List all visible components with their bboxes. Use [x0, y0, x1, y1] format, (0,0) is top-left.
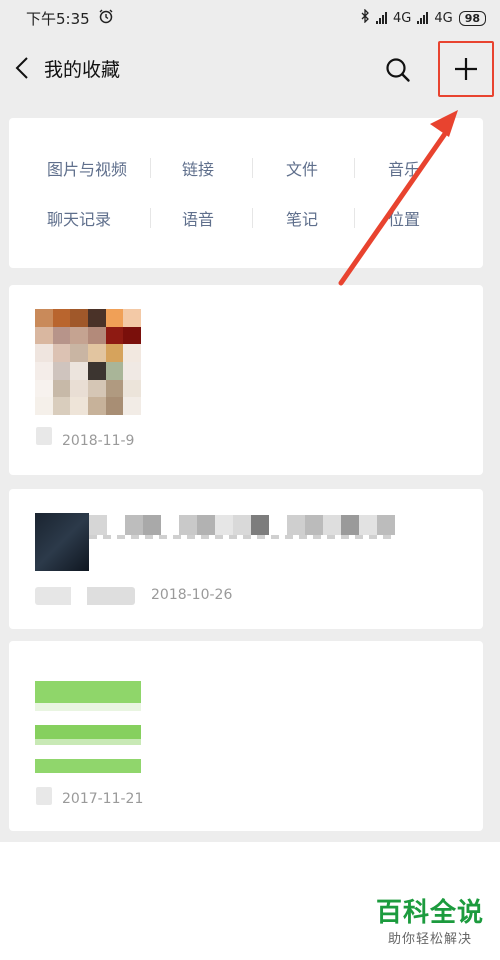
- category-divider: [354, 158, 355, 178]
- watermark-logo: 百科全说 助你轻松解决: [376, 898, 484, 947]
- status-time: 下午5:35: [26, 9, 90, 28]
- favorite-date: 2018-10-26: [151, 587, 233, 603]
- chevron-left-icon: [15, 57, 28, 79]
- category-images-videos[interactable]: 图片与视频: [47, 156, 127, 180]
- category-notes[interactable]: 笔记: [286, 206, 318, 230]
- category-files[interactable]: 文件: [286, 156, 318, 180]
- plus-icon: [455, 58, 477, 80]
- back-button[interactable]: [0, 36, 44, 100]
- category-divider: [252, 158, 253, 178]
- category-row-2: 聊天记录 语音 笔记 位置: [9, 206, 483, 230]
- signal-icon: [375, 12, 387, 24]
- add-button[interactable]: [438, 41, 494, 97]
- battery-indicator: 98: [458, 10, 486, 26]
- category-row-1: 图片与视频 链接 文件 音乐: [9, 156, 483, 180]
- favorite-item[interactable]: 2017-11-21: [9, 641, 483, 831]
- watermark-sub: 助你轻松解决: [388, 932, 473, 947]
- bluetooth-icon: [360, 8, 370, 27]
- search-icon: [386, 58, 410, 82]
- page-title: 我的收藏: [44, 58, 121, 81]
- favorite-date: 2017-11-21: [62, 791, 144, 807]
- category-voice[interactable]: 语音: [182, 206, 214, 230]
- category-divider: [354, 208, 355, 228]
- network-type-2: 4G: [434, 10, 453, 26]
- category-music[interactable]: 音乐: [388, 156, 420, 180]
- nav-bar: 我的收藏: [0, 36, 500, 100]
- search-button[interactable]: [378, 50, 418, 90]
- favorite-date: 2018-11-9: [62, 433, 135, 449]
- category-chat-history[interactable]: 聊天记录: [47, 206, 111, 230]
- network-type-1: 4G: [392, 10, 412, 26]
- category-links[interactable]: 链接: [182, 156, 214, 180]
- favorite-item[interactable]: 2018-11-9: [9, 285, 483, 475]
- status-bar: 下午5:35 4G 4G 98: [0, 0, 500, 36]
- category-location[interactable]: 位置: [388, 206, 420, 230]
- category-divider: [150, 208, 151, 228]
- watermark-main: 百科全说: [376, 898, 485, 928]
- source-mosaic: [35, 587, 135, 605]
- favorite-title-mosaic: [89, 515, 395, 535]
- signal-icon-2: [417, 12, 429, 24]
- category-divider: [150, 158, 151, 178]
- alarm-icon: [98, 8, 114, 28]
- favorite-subtitle-mosaic: [89, 535, 395, 539]
- favorite-thumbnail: [35, 513, 89, 571]
- favorite-thumbnail: [35, 667, 141, 773]
- favorite-item[interactable]: 2018-10-26: [9, 489, 483, 629]
- source-icon: [36, 427, 52, 445]
- category-divider: [252, 208, 253, 228]
- favorite-thumbnail: [35, 309, 141, 415]
- source-icon: [36, 787, 52, 805]
- category-card: 图片与视频 链接 文件 音乐 聊天记录 语音 笔记 位置: [9, 118, 483, 268]
